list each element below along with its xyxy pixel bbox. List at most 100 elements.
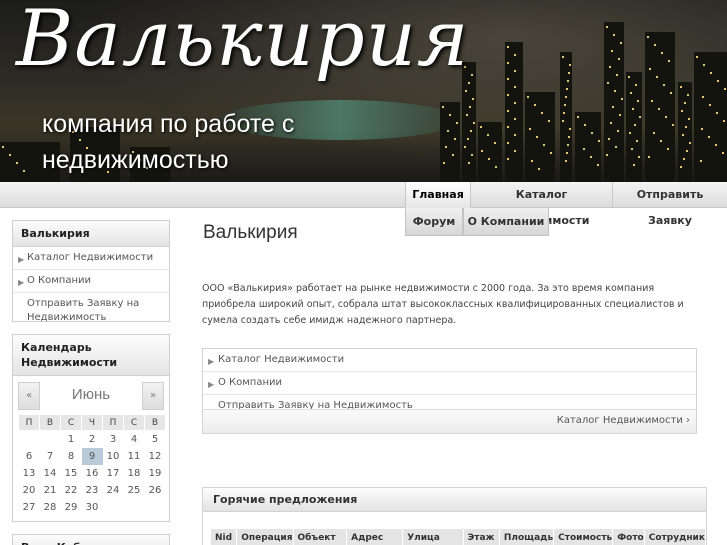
calendar-weekday: С bbox=[123, 414, 145, 431]
calendar-prev-button[interactable]: « bbox=[18, 382, 40, 410]
calendar-grid: ПВСЧПСВ 1 2 3 4 5 6 7 8 9 10 11 12 13 14 15 16 17 18 19 20 2… bbox=[18, 414, 166, 516]
calendar-day[interactable]: 21 bbox=[40, 482, 61, 499]
arrow-right-icon: ▶ bbox=[18, 278, 25, 287]
nav-forum[interactable]: Форум bbox=[405, 208, 463, 236]
hot-offers-column-header[interactable]: Фото bbox=[612, 528, 645, 545]
login-module-title: Вход Кабинет bbox=[13, 535, 169, 545]
calendar-weekdays: ПВСЧПСВ bbox=[18, 414, 166, 431]
calendar-weekday: С bbox=[60, 414, 82, 431]
calendar-day[interactable]: 13 bbox=[19, 465, 40, 482]
calendar-day[interactable]: 12 bbox=[145, 448, 166, 465]
content-link-label: Каталог Недвижимости bbox=[218, 354, 345, 365]
links-box: ▶ Каталог Недвижимости ▶ О Компании Отпр… bbox=[202, 348, 697, 434]
hot-offers-column-header[interactable]: Этаж bbox=[462, 528, 500, 545]
calendar-weekday: Ч bbox=[81, 414, 103, 431]
calendar-day[interactable]: 7 bbox=[40, 448, 61, 465]
arrow-right-icon: ▶ bbox=[18, 255, 25, 264]
calendar-day[interactable]: 27 bbox=[19, 499, 40, 516]
calendar-day[interactable]: 6 bbox=[19, 448, 40, 465]
hot-offers-table: Nid Операция Объект Адрес Улица Этаж Площадь Ст… bbox=[209, 528, 707, 545]
calendar-day[interactable]: 28 bbox=[40, 499, 61, 516]
calendar-weekday: В bbox=[39, 414, 61, 431]
hot-offers-title: Горячие предложения bbox=[203, 488, 706, 512]
nav-submit-request[interactable]: Отправить Заявку bbox=[612, 182, 727, 227]
calendar-day[interactable]: 24 bbox=[103, 482, 124, 499]
intro-text: ООО «Валькирия» работает на рынке недвиж… bbox=[202, 283, 684, 326]
calendar-empty-cell bbox=[19, 431, 40, 448]
login-module: Вход Кабинет bbox=[12, 534, 170, 545]
nav-home[interactable]: Главная bbox=[405, 182, 470, 208]
calendar-empty-cell bbox=[124, 499, 145, 516]
calendar-empty-cell bbox=[145, 499, 166, 516]
calendar-module: Календарь Недвижимости « Июнь » ПВСЧПСВ … bbox=[12, 334, 170, 522]
sidebar-menu-module: Валькирия ▶ Каталог Недвижимости ▶ О Ком… bbox=[12, 220, 170, 323]
calendar-day[interactable]: 11 bbox=[124, 448, 145, 465]
calendar-day[interactable]: 15 bbox=[61, 465, 82, 482]
calendar-day[interactable]: 22 bbox=[61, 482, 82, 499]
calendar-days: 1 2 3 4 5 6 7 8 9 10 11 12 13 14 15 16 17 18 19 20 21 22 23 24 2… bbox=[19, 431, 166, 516]
hot-offers-column-header[interactable]: Сотрудник bbox=[643, 528, 707, 545]
hot-offers-column-header[interactable]: Операция bbox=[236, 528, 294, 545]
calendar-empty-cell bbox=[103, 499, 124, 516]
nav-catalog[interactable]: Каталог Недвижимости bbox=[470, 182, 612, 227]
hot-offers-column-header[interactable]: Стоимость bbox=[553, 528, 614, 545]
sidebar-item-submit-request[interactable]: Отправить Заявку на Недвижимость bbox=[13, 293, 169, 329]
content-link-about[interactable]: ▶ О Компании bbox=[203, 372, 696, 395]
calendar-day[interactable]: 5 bbox=[145, 431, 166, 448]
site-header: Валькирия компания по работе с недвижимо… bbox=[0, 0, 727, 182]
content-link-label: О Компании bbox=[218, 377, 283, 388]
catalog-more-link[interactable]: Каталог Недвижимости › bbox=[557, 415, 690, 426]
hot-offers-column-header[interactable]: Nid bbox=[209, 528, 238, 545]
calendar-day[interactable]: 10 bbox=[103, 448, 124, 465]
sidebar-menu-title: Валькирия bbox=[13, 221, 169, 247]
hot-offers-module: Горячие предложения Nid Операция Объект Адр… bbox=[202, 487, 707, 545]
calendar-day[interactable]: 3 bbox=[103, 431, 124, 448]
calendar-day[interactable]: 19 bbox=[145, 465, 166, 482]
hot-offers-column-header[interactable]: Площадь bbox=[498, 528, 555, 545]
arrow-right-icon: ▶ bbox=[208, 357, 215, 366]
sidebar-item-label: О Компании bbox=[27, 275, 92, 286]
sidebar-item-catalog[interactable]: ▶ Каталог Недвижимости bbox=[13, 247, 169, 270]
calendar-day[interactable]: 18 bbox=[124, 465, 145, 482]
site-title[interactable]: Валькирия bbox=[16, 0, 470, 84]
arrow-right-icon: ▶ bbox=[208, 380, 215, 389]
calendar-empty-cell bbox=[40, 431, 61, 448]
calendar-day[interactable]: 4 bbox=[124, 431, 145, 448]
calendar-day[interactable]: 16 bbox=[82, 465, 103, 482]
calendar-title: Календарь Недвижимости bbox=[13, 335, 169, 376]
calendar-day[interactable]: 17 bbox=[103, 465, 124, 482]
calendar-month: Июнь bbox=[71, 386, 111, 403]
calendar-day[interactable]: 25 bbox=[124, 482, 145, 499]
sidebar-item-label: Каталог Недвижимости bbox=[27, 252, 154, 263]
calendar-day[interactable]: 1 bbox=[61, 431, 82, 448]
hot-offers-header-row: Nid Операция Объект Адрес Улица Этаж Площадь Ст… bbox=[209, 528, 707, 545]
hot-offers-column-header[interactable]: Улица bbox=[402, 528, 464, 545]
calendar-day[interactable]: 26 bbox=[145, 482, 166, 499]
calendar-weekday: В bbox=[144, 414, 166, 431]
calendar-week: 13 14 15 16 17 18 19 bbox=[19, 465, 166, 482]
sidebar-item-label: Отправить Заявку на Недвижимость bbox=[27, 298, 140, 323]
calendar-week: 12345 bbox=[19, 431, 166, 448]
calendar-day[interactable]: 8 bbox=[61, 448, 82, 465]
site-subtitle: компания по работе с недвижимостью bbox=[42, 110, 295, 174]
calendar-day[interactable]: 14 bbox=[40, 465, 61, 482]
hot-offers-column-header[interactable]: Адрес bbox=[346, 528, 404, 545]
calendar-day[interactable]: 9 bbox=[81, 447, 103, 465]
calendar-weekday: П bbox=[102, 414, 124, 431]
calendar-day[interactable]: 29 bbox=[61, 499, 82, 516]
content-link-catalog[interactable]: ▶ Каталог Недвижимости bbox=[203, 349, 696, 372]
calendar-week: 6 7 8 9 10 11 12 bbox=[19, 447, 166, 465]
calendar-next-button[interactable]: » bbox=[142, 382, 164, 410]
calendar-weekday: П bbox=[18, 414, 40, 431]
calendar-day[interactable]: 2 bbox=[82, 431, 103, 448]
calendar-week: 27 28 29 30 bbox=[19, 499, 166, 516]
sidebar-item-about[interactable]: ▶ О Компании bbox=[13, 270, 169, 293]
nav-about[interactable]: О Компании bbox=[463, 208, 549, 236]
calendar-header: « Июнь » bbox=[18, 382, 164, 412]
calendar-day[interactable]: 20 bbox=[19, 482, 40, 499]
calendar-day[interactable]: 23 bbox=[82, 482, 103, 499]
calendar-week: 20 21 22 23 24 25 26 bbox=[19, 482, 166, 499]
page-title: Валькирия bbox=[203, 222, 298, 243]
hot-offers-column-header[interactable]: Объект bbox=[292, 528, 348, 545]
calendar-day[interactable]: 30 bbox=[82, 499, 103, 516]
